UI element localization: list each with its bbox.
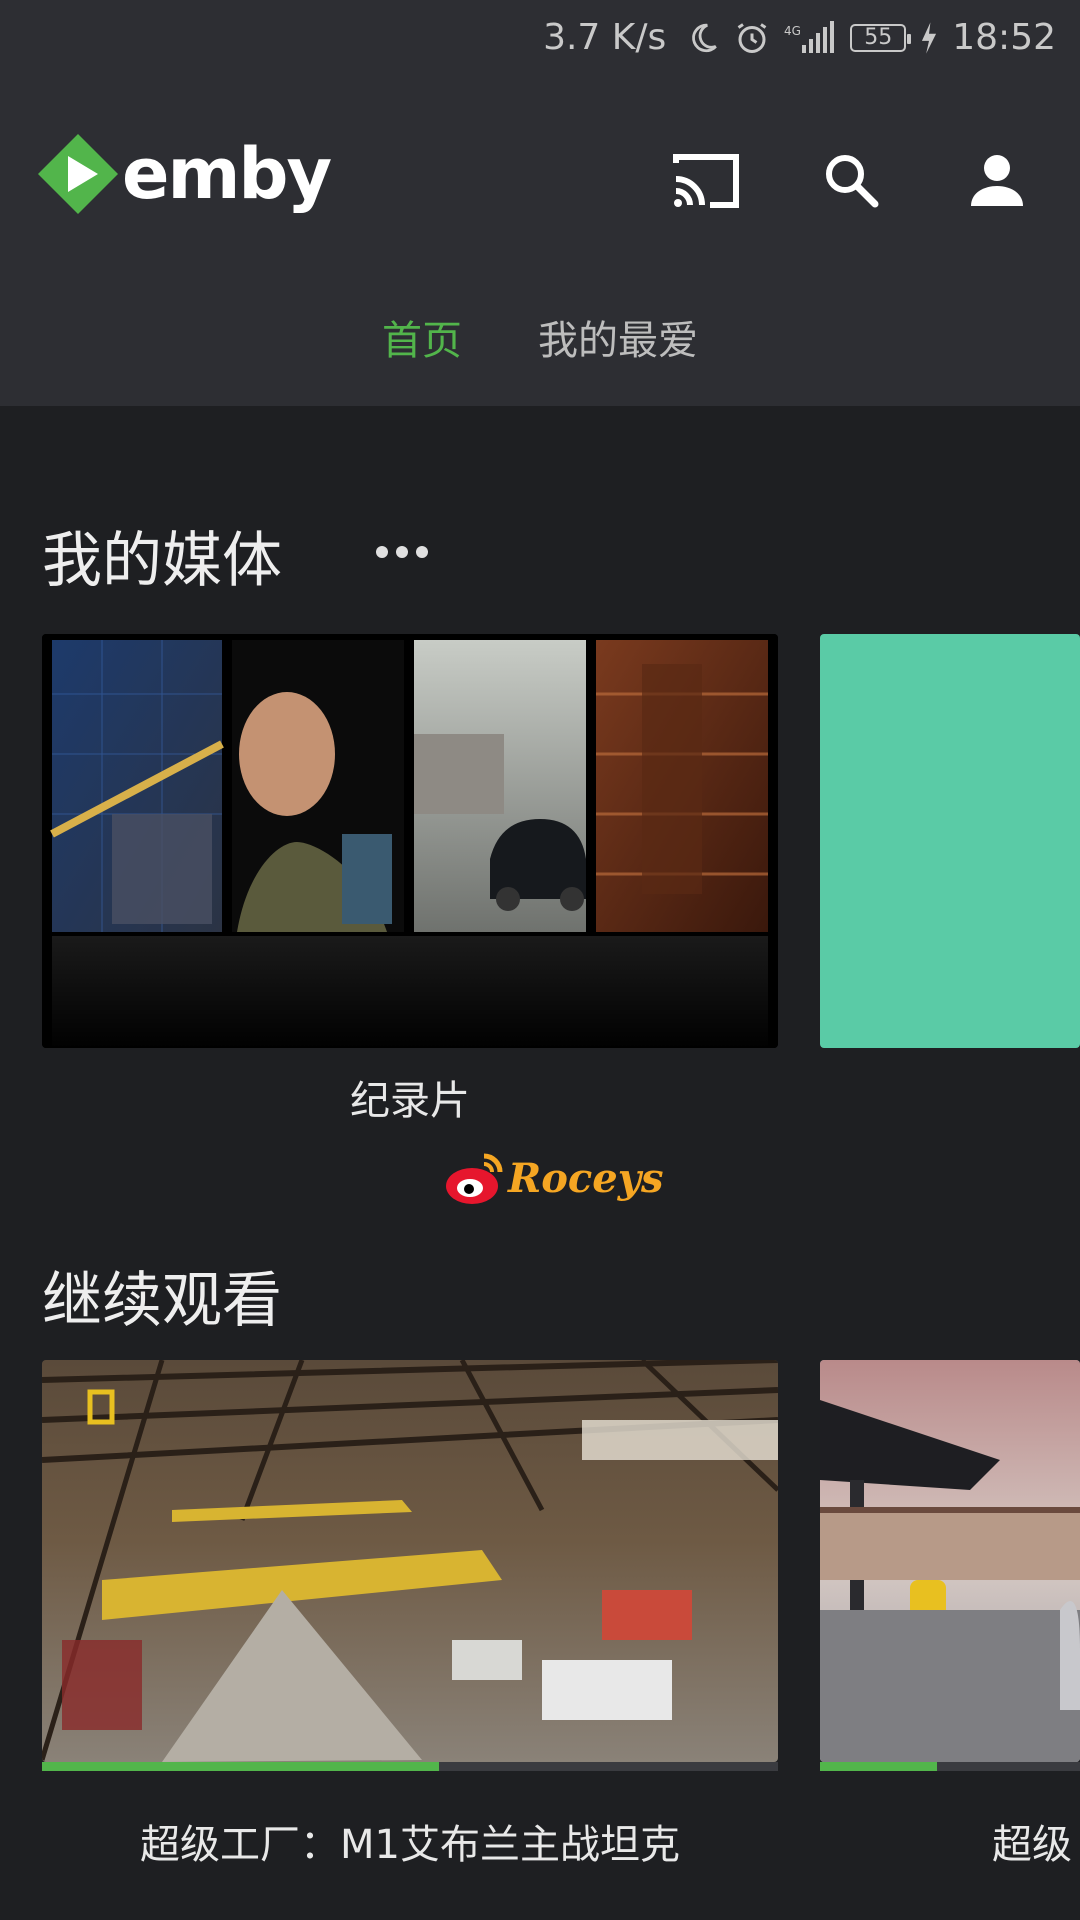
clock: 18:52: [952, 17, 1056, 58]
progress-fill: [42, 1762, 440, 1771]
more-options-button[interactable]: [376, 546, 428, 558]
signal-icon: 4G: [784, 20, 836, 55]
progress-bar-m1-tank: [42, 1762, 778, 1771]
my-media-title: 我的媒体: [42, 526, 282, 596]
continue-card-second[interactable]: [820, 1360, 1080, 1762]
network-type: 4G: [784, 24, 801, 38]
moon-icon: [686, 21, 720, 55]
dot: [396, 546, 408, 558]
home-tabs: 首页 我的最爱: [0, 300, 1080, 370]
progress-bar-second: [820, 1762, 1080, 1771]
app-toolbar: emby: [0, 118, 1080, 228]
user-icon: [971, 155, 1023, 206]
tab-home[interactable]: 首页: [382, 300, 462, 370]
media-card-label: 纪录片: [350, 1078, 470, 1124]
search-icon: [826, 155, 879, 208]
dot: [376, 546, 388, 558]
app-header: 3.7 K/s 4G 55 18:52 emby 首页 我的最爱: [0, 0, 1080, 406]
continue-card-m1-tank[interactable]: [42, 1360, 778, 1762]
cast-icon: [673, 154, 739, 208]
emby-logo[interactable]: emby: [36, 132, 332, 216]
tab-favorites[interactable]: 我的最爱: [538, 300, 698, 370]
continue-card-label: 超级工厂：M1艾布兰主战坦克: [140, 1822, 680, 1868]
dot: [416, 546, 428, 558]
logo-text: emby: [122, 133, 332, 215]
documentary-collage-image: [42, 634, 778, 1048]
progress-fill: [820, 1762, 937, 1771]
weibo-logo-icon: [446, 1153, 503, 1204]
media-card-documentary[interactable]: [42, 634, 778, 1048]
media-card-second[interactable]: [820, 634, 1080, 1048]
gas-station-thumbnail-image: [820, 1360, 1080, 1762]
emby-logo-icon: [38, 134, 118, 214]
status-bar: 3.7 K/s 4G 55 18:52: [0, 0, 1080, 75]
watermark-text: Roceys: [508, 1154, 664, 1202]
net-speed: 3.7 K/s: [543, 17, 667, 58]
battery-indicator: 55: [850, 23, 912, 52]
continue-card-second-label: 超级: [992, 1822, 1072, 1868]
weibo-watermark: Roceys: [444, 1150, 664, 1206]
user-button[interactable]: [960, 143, 1034, 217]
alarm-icon: [734, 20, 770, 56]
cast-button[interactable]: [668, 143, 742, 217]
continue-watching-title: 继续观看: [42, 1266, 282, 1336]
charging-icon: [920, 21, 938, 55]
factory-thumbnail-image: [42, 1360, 778, 1762]
battery-level: 55: [864, 25, 893, 50]
search-button[interactable]: [814, 143, 888, 217]
